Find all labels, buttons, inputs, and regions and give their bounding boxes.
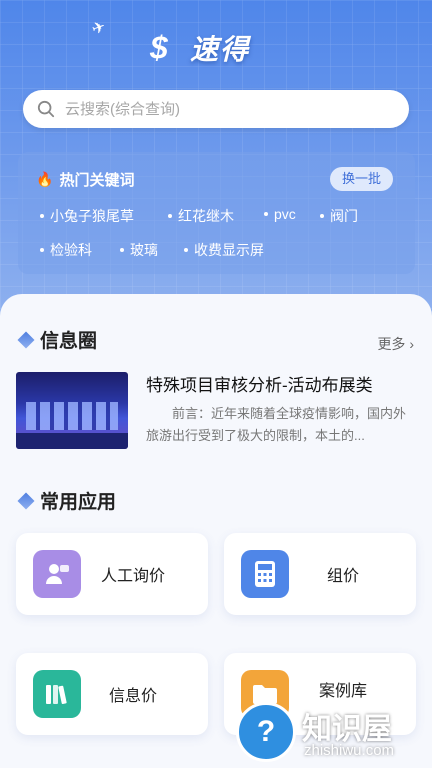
keyword-item[interactable]: 玻璃 xyxy=(120,240,158,260)
bullet-icon xyxy=(184,248,188,252)
bullet-icon xyxy=(40,248,44,252)
app-name: 速得 xyxy=(190,34,251,65)
keyword-item[interactable]: 阀门 xyxy=(320,206,358,226)
hot-keywords-title: 热门关键词 xyxy=(59,172,135,189)
app-card-info-price[interactable]: 信息价 xyxy=(16,653,208,735)
apps-section-title: 常用应用 xyxy=(40,492,117,513)
hot-keywords-header: 🔥 热门关键词 xyxy=(36,169,134,190)
article-summary: 前言：近年来随着全球疫情影响，国内外旅游出行受到了极大的限制，本土的... xyxy=(146,406,407,443)
keyword-item[interactable]: 收费显示屏 xyxy=(184,240,264,260)
bullet-icon xyxy=(168,214,172,218)
app-card-pricing[interactable]: 组价 xyxy=(224,533,416,615)
info-section-title: 信息圈 xyxy=(40,331,98,352)
more-link[interactable]: 更多 › xyxy=(377,334,414,354)
diamond-icon xyxy=(17,492,35,509)
bullet-icon xyxy=(40,214,44,218)
calculator-icon xyxy=(241,550,289,598)
diamond-icon xyxy=(17,331,35,348)
keyword-item[interactable]: 小兔子狼尾草 xyxy=(40,206,134,226)
app-card-label: 信息价 xyxy=(109,688,158,705)
dollar-logo-icon: $ xyxy=(150,30,168,66)
search-bar[interactable] xyxy=(23,90,409,128)
watermark: ? 知识屋 zhishiwu.com xyxy=(236,702,432,768)
info-section-header: 信息圈 xyxy=(17,326,98,353)
app-card-label: 组价 xyxy=(327,568,360,585)
person-chat-icon xyxy=(33,550,81,598)
app-card-label: 案例库 xyxy=(319,683,368,700)
bullet-icon xyxy=(120,248,124,252)
keyword-item[interactable]: pvc xyxy=(264,206,296,222)
app-logo: $ 速得 xyxy=(150,26,250,70)
books-icon xyxy=(33,670,81,718)
question-mark-icon: ? xyxy=(236,702,296,762)
chevron-right-icon: › xyxy=(409,336,414,352)
article-title[interactable]: 特殊项目审核分析-活动布展类 xyxy=(146,371,373,396)
app-card-label: 人工询价 xyxy=(101,568,166,585)
search-input[interactable] xyxy=(65,100,385,118)
header-banner: ✈ $ 速得 🔥 热门关键词 换一批 小兔子狼尾草 红花继木 pvc 阀门 检验… xyxy=(0,0,432,320)
watermark-url: zhishiwu.com xyxy=(304,742,395,759)
hot-keywords-panel: 🔥 热门关键词 换一批 小兔子狼尾草 红花继木 pvc 阀门 检验科 玻璃 收费… xyxy=(18,152,415,274)
refresh-keywords-button[interactable]: 换一批 xyxy=(329,167,393,191)
search-icon xyxy=(37,100,55,118)
keyword-item[interactable]: 红花继木 xyxy=(168,206,234,226)
bullet-icon xyxy=(320,214,324,218)
apps-section-header: 常用应用 xyxy=(17,487,117,514)
fire-icon: 🔥 xyxy=(36,171,54,187)
bullet-icon xyxy=(264,212,268,216)
app-card-manual-inquiry[interactable]: 人工询价 xyxy=(16,533,208,615)
article-thumbnail[interactable] xyxy=(16,372,128,449)
keyword-item[interactable]: 检验科 xyxy=(40,240,92,260)
